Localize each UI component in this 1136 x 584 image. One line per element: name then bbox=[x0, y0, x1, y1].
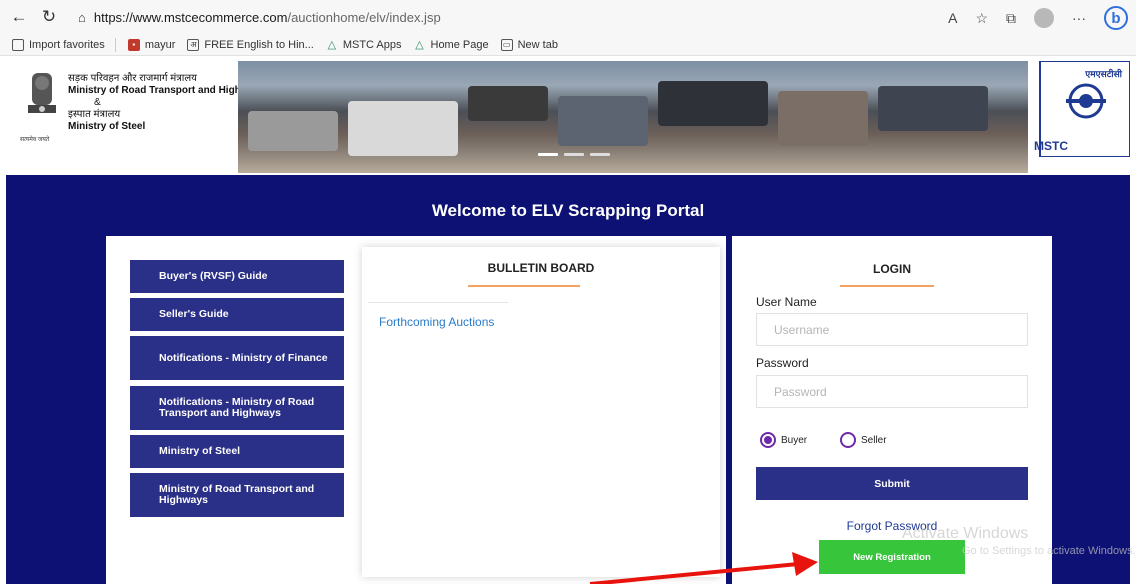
translate-icon: अ bbox=[187, 38, 200, 51]
favorites-divider bbox=[114, 37, 116, 52]
activate-windows-watermark: Activate Windows bbox=[902, 525, 1029, 542]
buyers-guide-button[interactable]: Buyer's (RVSF) Guide bbox=[130, 260, 344, 293]
notifications-road-transport-button[interactable]: Notifications - Ministry of Road Transpo… bbox=[130, 386, 344, 430]
fav-new-tab[interactable]: ▭ New tab bbox=[500, 38, 558, 51]
url-host: https://www.mstcecommerce.com bbox=[93, 9, 288, 25]
activate-windows-subtext: Go to Settings to activate Windows. bbox=[962, 545, 1136, 557]
login-title: LOGIN bbox=[873, 262, 911, 276]
red-arrow-annotation bbox=[589, 552, 818, 584]
bulletin-board: BULLETIN BOARD Forthcoming Auctions bbox=[362, 247, 720, 577]
read-aloud-icon[interactable]: A bbox=[948, 10, 957, 26]
fav-translate[interactable]: अ FREE English to Hin... bbox=[187, 38, 314, 51]
ministry-text: सड़क परिवहन और राजमार्ग मंत्रालय Ministr… bbox=[68, 73, 266, 132]
main-section: Welcome to ELV Scrapping Portal Buyer's … bbox=[6, 175, 1130, 584]
password-label: Password bbox=[756, 356, 809, 370]
pdf-icon: ▪ bbox=[127, 38, 140, 51]
lock-icon: ⌂ bbox=[78, 9, 86, 25]
username-input[interactable] bbox=[756, 313, 1028, 346]
fav-mayur[interactable]: ▪ mayur bbox=[127, 38, 175, 51]
new-registration-button[interactable]: New Registration bbox=[819, 540, 965, 574]
fav-home-page[interactable]: △ Home Page bbox=[414, 38, 488, 51]
back-arrow-icon[interactable]: ← bbox=[8, 6, 30, 28]
seller-radio[interactable] bbox=[840, 432, 856, 448]
site-header: सत्यमेव जयते सड़क परिवहन और राजमार्ग मंत… bbox=[0, 57, 1136, 174]
national-emblem-icon bbox=[28, 73, 56, 113]
bing-icon[interactable]: b bbox=[1104, 6, 1128, 30]
password-input[interactable] bbox=[756, 375, 1028, 408]
more-menu-icon[interactable]: ··· bbox=[1072, 10, 1086, 26]
scrapyard-banner-image bbox=[238, 61, 1028, 173]
browser-address-bar: ← ↻ ⌂ https://www.mstcecommerce.com/auct… bbox=[0, 0, 1136, 34]
page-title: Welcome to ELV Scrapping Portal bbox=[431, 201, 705, 220]
buyer-radio[interactable] bbox=[760, 432, 776, 448]
newtab-icon: ▭ bbox=[500, 38, 513, 51]
bulletin-title: BULLETIN BOARD bbox=[487, 261, 595, 275]
bulletin-tab-divider bbox=[368, 302, 508, 303]
collections-icon[interactable]: ⧉ bbox=[1006, 10, 1016, 27]
favorites-bar: Import favorites ▪ mayur अ FREE English to… bbox=[0, 34, 1136, 56]
mstc-logo[interactable]: एमएसटीसी MSTC bbox=[1030, 60, 1131, 158]
ministry-road-transport-button[interactable]: Ministry of Road Transport and Highways bbox=[130, 473, 344, 517]
favorite-star-icon[interactable]: ☆ bbox=[975, 10, 988, 27]
fav-mstc-apps[interactable]: △ MSTC Apps bbox=[326, 39, 402, 51]
import-icon bbox=[12, 38, 24, 51]
profile-avatar[interactable] bbox=[1034, 8, 1054, 28]
ministry-steel-button[interactable]: Ministry of Steel bbox=[130, 435, 344, 468]
url-field[interactable]: ⌂ https://www.mstcecommerce.com/auctionh… bbox=[78, 10, 441, 25]
buyer-radio-option[interactable]: Buyer bbox=[760, 432, 807, 448]
url-path: /auctionhome/elv/index.jsp bbox=[287, 9, 441, 25]
seller-radio-option[interactable]: Seller bbox=[840, 432, 887, 448]
fav-import[interactable]: Import favorites bbox=[12, 38, 105, 51]
forthcoming-auctions-link[interactable]: Forthcoming Auctions bbox=[379, 315, 494, 329]
triangle-icon: △ bbox=[415, 38, 424, 51]
login-underline bbox=[840, 285, 934, 287]
refresh-icon[interactable]: ↻ bbox=[38, 6, 60, 28]
username-label: User Name bbox=[756, 295, 817, 309]
submit-button[interactable]: Submit bbox=[756, 467, 1028, 500]
triangle-icon: △ bbox=[327, 38, 337, 51]
bulletin-underline bbox=[468, 285, 580, 287]
emblem-caption: सत्यमेव जयते bbox=[20, 137, 50, 143]
left-panel: Buyer's (RVSF) Guide Seller's Guide Noti… bbox=[106, 236, 726, 584]
notifications-finance-button[interactable]: Notifications - Ministry of Finance bbox=[130, 336, 344, 380]
sellers-guide-button[interactable]: Seller's Guide bbox=[130, 298, 344, 331]
